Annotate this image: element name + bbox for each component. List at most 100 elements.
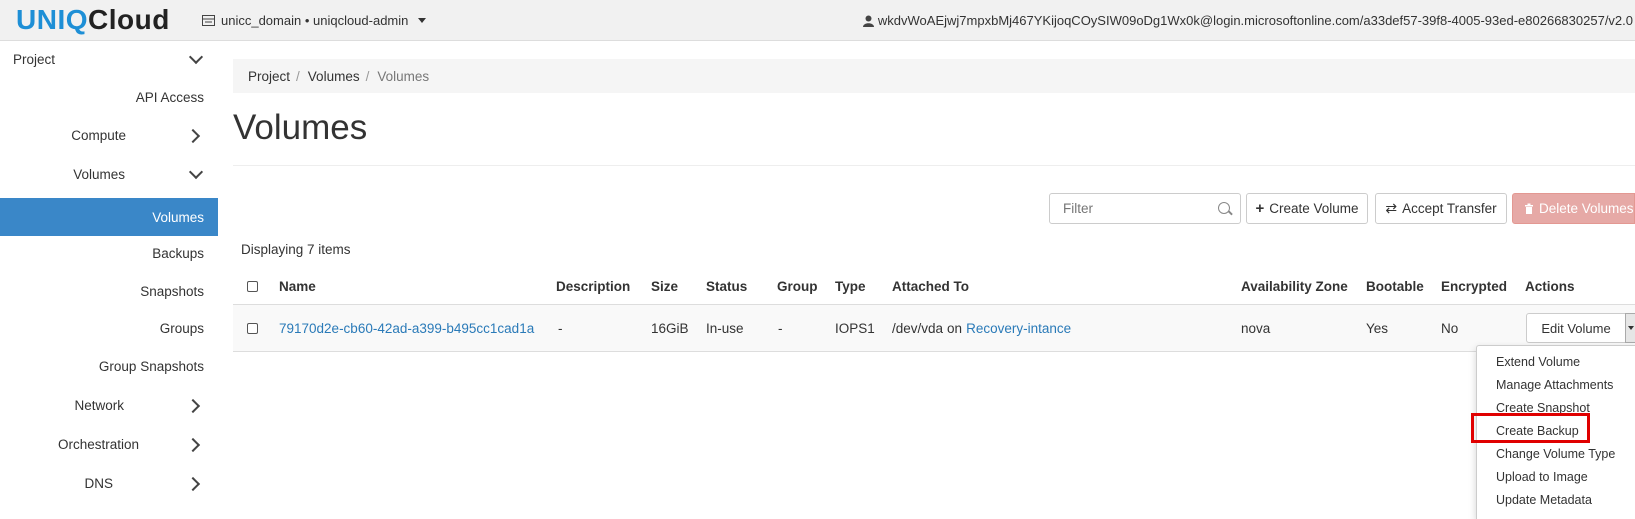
menu-item-upload-to-image[interactable]: Upload to Image [1496,467,1588,487]
sidebar-item-groups[interactable]: Groups [0,313,204,343]
header-status[interactable]: Status [706,268,747,304]
sidebar-item-label: Group Snapshots [98,358,204,374]
search-icon [1218,202,1230,214]
cell-attached-to: /dev/vda on Recovery-intance [892,305,1071,351]
top-navbar: UNIQCloud unicc_domain • uniqcloud-admin… [0,0,1635,41]
filter-input[interactable] [1061,200,1215,217]
header-encrypted[interactable]: Encrypted [1441,268,1507,304]
sidebar-item-volumes[interactable]: Volumes [0,159,125,189]
sidebar-item-volumes-sub[interactable]: Volumes [0,202,204,232]
create-volume-label: Create Volume [1269,201,1359,216]
breadcrumb-separator: / [296,68,300,84]
header-attached-to[interactable]: Attached To [892,268,969,304]
accept-transfer-label: Accept Transfer [1402,201,1497,216]
sidebar-item-label: Network [74,397,124,413]
chevron-right-icon [185,437,201,453]
row-select-cell [247,305,258,351]
user-icon [862,15,874,27]
page-title: Volumes [233,108,368,147]
cell-size: 16GiB [651,320,689,336]
select-all-checkbox[interactable] [247,280,258,292]
sidebar-item-snapshots[interactable]: Snapshots [0,276,204,306]
sidebar-item-label: Snapshots [140,283,204,299]
chevron-right-icon [185,398,201,414]
sidebar-item-compute[interactable]: Compute [0,120,126,150]
sidebar-item-label: Orchestration [57,436,139,452]
breadcrumb-current: Volumes [377,68,430,84]
caret-down-icon [1628,326,1634,330]
menu-item-extend-volume[interactable]: Extend Volume [1496,352,1580,372]
filter-field[interactable] [1049,193,1241,224]
sidebar-item-group-snapshots[interactable]: Group Snapshots [0,351,204,381]
logo-text-uniq: UNIQ [16,4,88,35]
exchange-icon: ⇄ [1385,200,1398,216]
menu-item-manage-attachments[interactable]: Manage Attachments [1496,375,1613,395]
domain-project-switcher[interactable]: unicc_domain • uniqcloud-admin [202,13,427,28]
sidebar-item-label: API Access [135,89,204,105]
header-group[interactable]: Group [777,268,818,304]
table-row: 79170d2e-cb60-42ad-a399-b495cc1cad1a - 1… [233,305,1635,352]
header-name[interactable]: Name [279,268,316,304]
sidebar-item-label: Project [13,51,56,67]
brand-logo[interactable]: UNIQCloud [16,4,170,36]
sidebar-item-label: Groups [159,320,204,336]
edit-volume-button[interactable]: Edit Volume [1526,313,1626,343]
row-checkbox[interactable] [247,322,258,334]
sidebar-item-label: Volumes [73,166,125,182]
sidebar-item-label: Volumes [152,209,204,225]
menu-item-update-metadata[interactable]: Update Metadata [1496,490,1592,510]
cell-availability-zone: nova [1241,320,1271,336]
server-icon [202,15,215,26]
sidebar-item-label: DNS [84,475,113,491]
item-count: Displaying 7 items [241,242,351,257]
select-all-cell [247,268,258,304]
sidebar-item-label: Compute [71,127,126,143]
cell-description: - [558,320,563,336]
attached-instance-link[interactable]: Recovery-intance [966,321,1071,336]
chevron-right-icon [185,128,201,144]
sidebar-item-network[interactable]: Network [0,390,124,420]
trash-icon [1525,203,1533,214]
sidebar-item-api-access[interactable]: API Access [0,82,204,112]
cell-type: IOPS1 [835,320,875,336]
user-menu[interactable]: wkdvWoAEjwj7mpxbMj467YKijoqCOySIW09oDg1W… [862,13,1633,28]
header-bootable[interactable]: Bootable [1366,268,1424,304]
header-size[interactable]: Size [651,268,678,304]
delete-volumes-label: Delete Volumes [1539,201,1634,216]
menu-item-change-volume-type[interactable]: Change Volume Type [1496,444,1615,464]
sidebar-item-dns[interactable]: DNS [0,468,113,498]
create-backup-highlight-box [1471,413,1590,443]
table-header: Name Description Size Status Group Type … [233,268,1635,306]
header-availability-zone[interactable]: Availability Zone [1241,268,1348,304]
sidebar-item-label: Backups [152,245,204,261]
cell-bootable: Yes [1366,320,1389,336]
breadcrumb-project[interactable]: Project [248,69,290,84]
attached-device: /dev/vda [892,320,944,336]
header-actions: Actions [1525,278,1575,294]
user-name: wkdvWoAEjwj7mpxbMj467YKijoqCOySIW09oDg1W… [877,13,1633,28]
accept-transfer-button[interactable]: ⇄ Accept Transfer [1375,193,1507,224]
sidebar-item-orchestration[interactable]: Orchestration [0,429,139,459]
actions-dropdown-toggle[interactable] [1625,313,1635,343]
sidebar-item-project[interactable]: Project [13,44,55,74]
cell-encrypted: No [1441,320,1459,336]
breadcrumb-separator: / [365,68,370,84]
sidebar-item-backups[interactable]: Backups [0,238,204,268]
delete-volumes-button[interactable]: Delete Volumes [1512,193,1635,224]
chevron-right-icon [185,476,201,492]
breadcrumb-volumes[interactable]: Volumes [308,69,360,84]
volume-name-link[interactable]: 79170d2e-cb60-42ad-a399-b495cc1cad1a [279,305,534,351]
chevron-down-icon [188,164,204,180]
attached-on-text: on [947,320,963,336]
create-volume-button[interactable]: + Create Volume [1246,193,1368,224]
logo-text-cloud: Cloud [88,4,170,35]
chevron-down-icon [188,49,204,65]
header-description[interactable]: Description [556,268,630,304]
header-type[interactable]: Type [835,268,866,304]
breadcrumb: Project / Volumes / Volumes [233,59,1635,93]
edit-volume-label: Edit Volume [1541,320,1611,336]
caret-down-icon [418,18,427,23]
domain-project-label: unicc_domain • uniqcloud-admin [221,13,409,28]
cell-status: In-use [706,320,744,336]
cell-group: - [778,320,783,336]
